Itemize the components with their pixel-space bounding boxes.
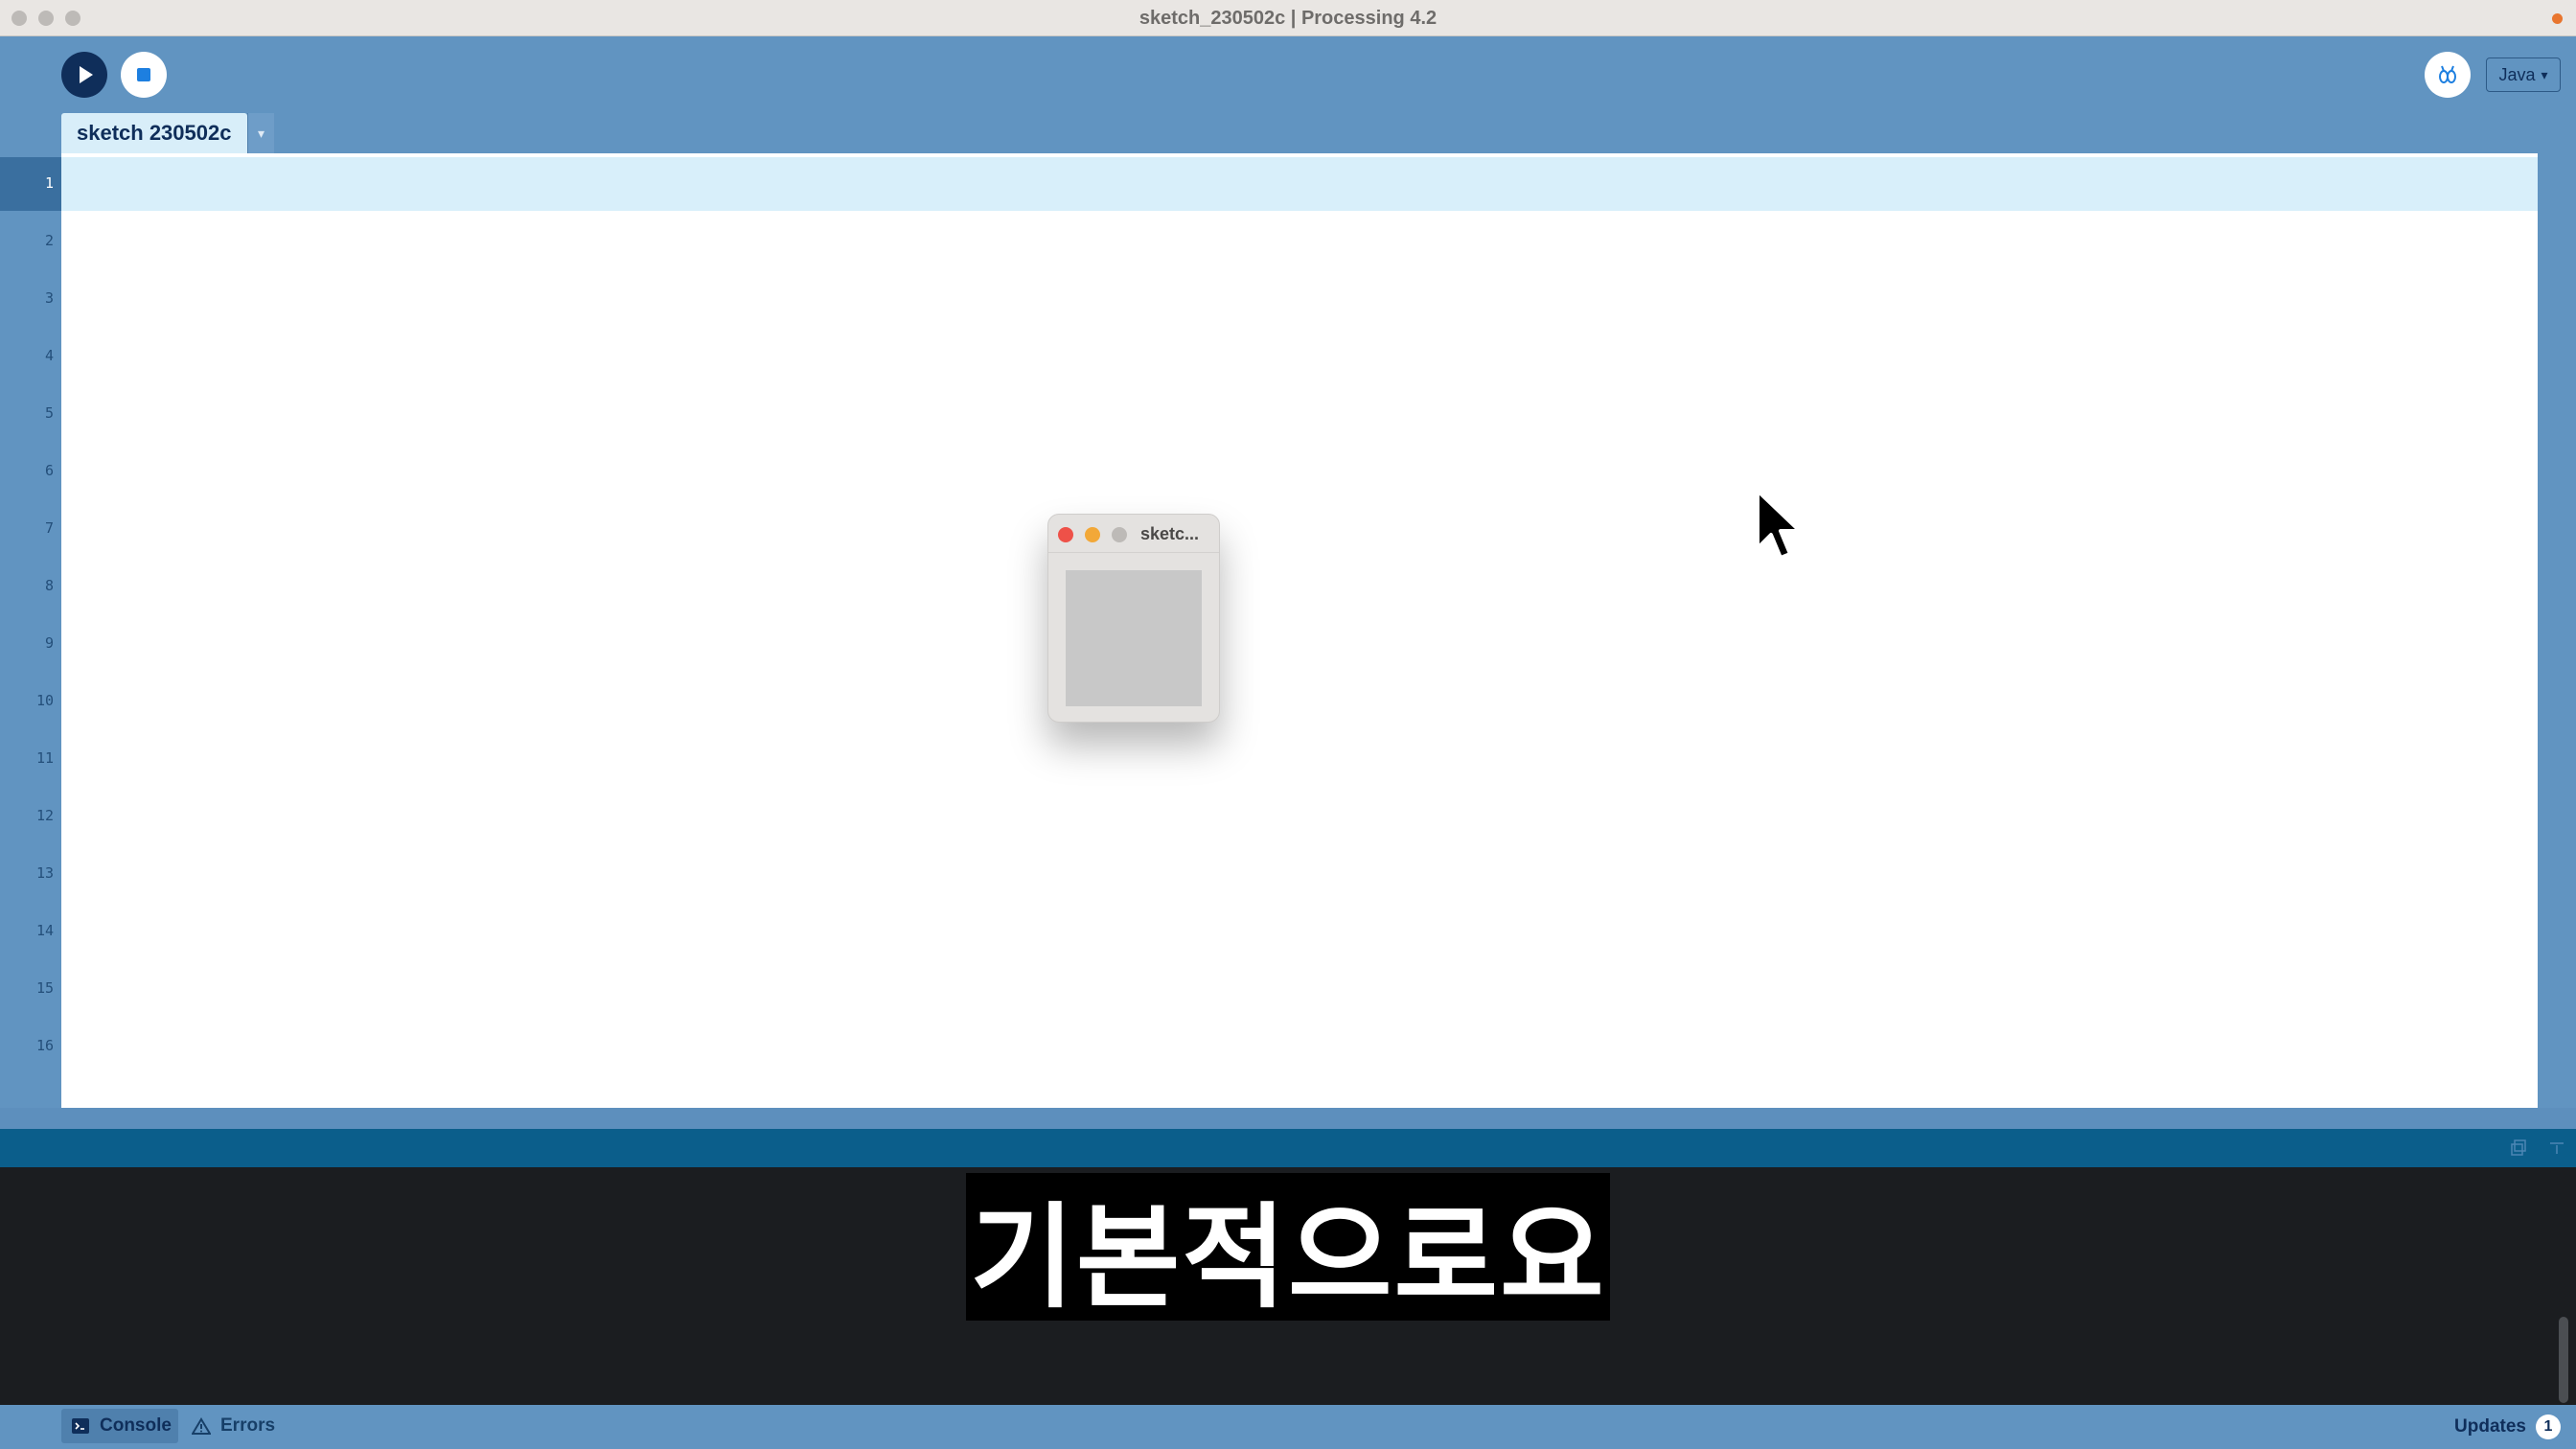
copy-icon[interactable] xyxy=(2509,1138,2528,1158)
tab-label: sketch 230502c xyxy=(77,121,232,145)
chevron-down-icon: ▾ xyxy=(2541,66,2548,82)
stop-square-icon xyxy=(137,68,150,81)
unsaved-indicator-dot xyxy=(2552,13,2563,24)
line-number-gutter: 1 2 3 4 5 6 7 8 9 10 11 12 13 14 15 16 xyxy=(0,153,61,1108)
mode-selector[interactable]: Java ▾ xyxy=(2486,58,2561,92)
line-number: 9 xyxy=(44,634,54,652)
console-header xyxy=(0,1129,2576,1167)
line-number: 10 xyxy=(35,692,54,709)
debug-button[interactable] xyxy=(2425,52,2471,98)
toolbar: Java ▾ xyxy=(0,36,2576,123)
line-number: 11 xyxy=(35,749,54,767)
current-line-highlight xyxy=(61,157,2538,211)
console-tab-button[interactable]: Console xyxy=(61,1409,178,1443)
console-tab-label: Console xyxy=(100,1415,172,1436)
panel-divider[interactable] xyxy=(0,1108,2576,1129)
tab-menu-button[interactable]: ▾ xyxy=(247,113,274,153)
sketch-minimize-button[interactable] xyxy=(1085,527,1100,542)
terminal-icon xyxy=(72,1418,89,1434)
updates-button[interactable]: Updates 1 xyxy=(2454,1413,2561,1441)
window-title: sketch_230502c | Processing 4.2 xyxy=(1138,8,1438,29)
updates-count-badge: 1 xyxy=(2536,1414,2561,1439)
tab-sketch[interactable]: sketch 230502c xyxy=(61,113,247,153)
clear-console-icon[interactable] xyxy=(2547,1138,2566,1158)
mode-label: Java xyxy=(2498,64,2536,84)
sketch-preview-window[interactable]: sketc... xyxy=(1047,514,1220,723)
line-number: 7 xyxy=(44,519,54,537)
stop-button[interactable] xyxy=(121,52,167,98)
code-editor[interactable] xyxy=(61,153,2538,1108)
sketch-window-titlebar: sketc... xyxy=(1048,515,1219,553)
chevron-down-icon: ▾ xyxy=(257,125,265,141)
console-output[interactable]: 기본적으로요 xyxy=(0,1167,2576,1407)
line-number: 6 xyxy=(44,462,54,479)
debug-bug-icon xyxy=(2439,65,2456,83)
sketch-zoom-button[interactable] xyxy=(1112,527,1127,542)
run-button[interactable] xyxy=(61,52,107,98)
editor-scrollbar-track[interactable] xyxy=(2538,153,2576,1108)
sketch-window-title: sketc... xyxy=(1140,524,1200,543)
console-scrollbar[interactable] xyxy=(2559,1317,2568,1403)
status-bar: Console Errors Updates 1 xyxy=(0,1405,2576,1449)
sketch-canvas[interactable] xyxy=(1066,570,1202,706)
line-number: 4 xyxy=(44,347,54,364)
errors-tab-label: Errors xyxy=(220,1415,276,1436)
line-number: 2 xyxy=(44,232,54,249)
warning-triangle-icon xyxy=(192,1417,211,1435)
line-number: 1 xyxy=(44,174,54,192)
mouse-pointer-icon xyxy=(1756,489,1802,560)
line-number: 13 xyxy=(35,864,54,882)
video-subtitle-caption: 기본적으로요 xyxy=(966,1173,1610,1322)
line-number: 15 xyxy=(35,979,54,997)
line-number: 3 xyxy=(44,289,54,307)
play-icon xyxy=(80,66,93,83)
sketch-close-button[interactable] xyxy=(1058,527,1073,542)
line-number: 12 xyxy=(35,807,54,824)
line-number: 8 xyxy=(44,577,54,594)
updates-label: Updates xyxy=(2454,1416,2526,1437)
window-titlebar: sketch_230502c | Processing 4.2 xyxy=(0,0,2576,36)
line-number: 5 xyxy=(44,404,54,422)
errors-tab-button[interactable]: Errors xyxy=(192,1409,275,1443)
line-number: 16 xyxy=(35,1037,54,1054)
line-number: 14 xyxy=(35,922,54,939)
